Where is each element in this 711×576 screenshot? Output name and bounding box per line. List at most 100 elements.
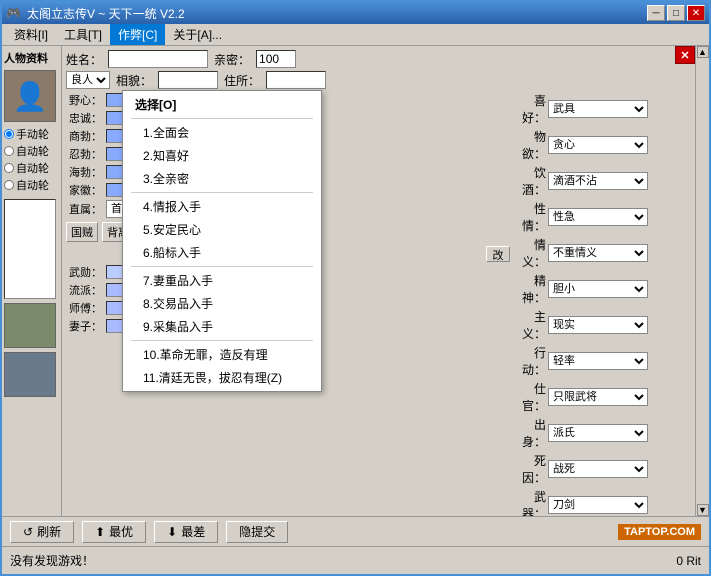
dropdown-item-0[interactable]: 1.全面会 xyxy=(123,121,321,144)
radio-auto1[interactable]: 自动轮 xyxy=(4,143,59,159)
family-label: 家徽： xyxy=(66,182,102,198)
menu-cheat[interactable]: 作弊[C] xyxy=(110,24,165,45)
title-bar-buttons: ─ □ ✕ xyxy=(647,5,705,21)
dropdown-item-3[interactable]: 4.情报入手 xyxy=(123,195,321,218)
submit-button[interactable]: 隐提交 xyxy=(226,521,288,543)
best-button[interactable]: ⬆ 最优 xyxy=(82,521,146,543)
panel-close-button[interactable]: ✕ xyxy=(675,46,695,64)
menu-tools[interactable]: 工具[T] xyxy=(56,24,110,45)
dropdown-item-9[interactable]: 10.革命无罪，造反有理 xyxy=(123,343,321,366)
dropdown-menu: 选择[O] 1.全面会 2.知喜好 3.全亲密 4.情报入手 5.安定民心 6.… xyxy=(122,90,322,392)
minimize-button[interactable]: ─ xyxy=(647,5,665,21)
sidebar-image1 xyxy=(4,303,56,348)
maximize-button[interactable]: □ xyxy=(667,5,685,21)
personality-row: 性情： 性急 xyxy=(516,200,691,234)
action-select[interactable]: 轻率 xyxy=(548,352,648,370)
menu-bar: 资料[I] 工具[T] 作弊[C] 关于[A]... xyxy=(2,24,709,46)
death-row: 死因： 战死 xyxy=(516,452,691,486)
worst-icon: ⬇ xyxy=(167,525,177,539)
name-input[interactable] xyxy=(108,50,208,68)
weapon-row: 武器： 刀剑 xyxy=(516,488,691,516)
sidebar-text-area[interactable] xyxy=(4,199,56,299)
right-attr-area: 喜好： 武具 物欲： 贪心 饮酒： 滴酒不沾 xyxy=(516,92,691,516)
dropdown-item-4[interactable]: 5.安定民心 xyxy=(123,218,321,241)
action-row: 行动： 轻率 xyxy=(516,344,691,378)
like-label: 喜好： xyxy=(516,92,546,126)
birth-label: 出身： xyxy=(516,416,546,450)
title-bar: 🎮 太阁立志传V ~ 天下一统 V2.2 ─ □ ✕ xyxy=(2,2,709,24)
direct-label: 直属： xyxy=(66,201,102,217)
window: 🎮 太阁立志传V ~ 天下一统 V2.2 ─ □ ✕ 资料[I] 工具[T] 作… xyxy=(0,0,711,576)
sep3 xyxy=(131,266,313,267)
face-label: 相貌： xyxy=(116,72,152,89)
rit-counter: 0 Rit xyxy=(676,554,701,568)
radio-auto3[interactable]: 自动轮 xyxy=(4,177,59,193)
sep1 xyxy=(131,118,313,119)
dropdown-item-6[interactable]: 7.妻重品入手 xyxy=(123,269,321,292)
birth-select[interactable]: 派氏 xyxy=(548,424,648,442)
principle-select[interactable]: 现实 xyxy=(548,316,648,334)
action-label: 行动： xyxy=(516,344,546,378)
identity-select[interactable]: 良人 xyxy=(66,71,110,89)
spirit-select[interactable]: 胆小 xyxy=(548,280,648,298)
intimacy-label: 亲密： xyxy=(214,51,250,68)
intimacy-input[interactable] xyxy=(256,50,296,68)
like-select[interactable]: 武具 xyxy=(548,100,648,118)
status-bar: 没有发现游戏！ 0 Rit xyxy=(2,546,709,574)
office-select[interactable]: 只限武将 xyxy=(548,388,648,406)
dropdown-title[interactable]: 选择[O] xyxy=(123,93,321,116)
friendship-label: 情义： xyxy=(516,236,546,270)
scrollbar[interactable]: ▲ ▼ xyxy=(695,46,709,516)
dropdown-item-8[interactable]: 9.采集品入手 xyxy=(123,315,321,338)
birth-row: 出身： 派氏 xyxy=(516,416,691,450)
menu-data[interactable]: 资料[I] xyxy=(6,24,56,45)
school-label: 流派： xyxy=(66,282,102,298)
bottom-toolbar: ↺ 刷新 ⬆ 最优 ⬇ 最差 隐提交 TAPTOP.COM xyxy=(2,516,709,546)
drink-select[interactable]: 滴酒不沾 xyxy=(548,172,648,190)
name-row: 姓名： 亲密： xyxy=(66,50,691,68)
dropdown-item-7[interactable]: 8.交易品入手 xyxy=(123,292,321,315)
window-icon: 🎮 xyxy=(6,6,21,20)
office-label: 仕官： xyxy=(516,380,546,414)
death-label: 死因： xyxy=(516,452,546,486)
teacher-label: 师傅： xyxy=(66,300,102,316)
weapon-label: 武器： xyxy=(516,488,546,516)
death-select[interactable]: 战死 xyxy=(548,460,648,478)
dropdown-item-5[interactable]: 6.船标入手 xyxy=(123,241,321,264)
change-button1[interactable]: 改 xyxy=(486,246,510,262)
refresh-button[interactable]: ↺ 刷新 xyxy=(10,521,74,543)
sep2 xyxy=(131,192,313,193)
commerce-label: 商勃： xyxy=(66,128,102,144)
character-avatar: 👤 xyxy=(4,70,56,122)
worst-button[interactable]: ⬇ 最差 xyxy=(154,521,218,543)
endurance-label: 忍勃： xyxy=(66,146,102,162)
personality-select[interactable]: 性急 xyxy=(548,208,648,226)
scroll-down[interactable]: ▼ xyxy=(697,504,709,516)
residence-label: 住所： xyxy=(224,72,260,89)
close-button[interactable]: ✕ xyxy=(687,5,705,21)
weapon-select[interactable]: 刀剑 xyxy=(548,496,648,514)
scroll-up[interactable]: ▲ xyxy=(697,46,709,58)
radio-auto2[interactable]: 自动轮 xyxy=(4,160,59,176)
like-row: 喜好： 武具 xyxy=(516,92,691,126)
greed-select[interactable]: 贪心 xyxy=(548,136,648,154)
bandit-button[interactable]: 国贼 xyxy=(66,222,98,242)
martial-label: 武勋： xyxy=(66,264,102,280)
drink-label: 饮酒： xyxy=(516,164,546,198)
face-input[interactable] xyxy=(158,71,218,89)
radio-manual[interactable]: 手动轮 xyxy=(4,126,59,142)
sep4 xyxy=(131,340,313,341)
dropdown-item-2[interactable]: 3.全亲密 xyxy=(123,167,321,190)
residence-input[interactable] xyxy=(266,71,326,89)
refresh-icon: ↺ xyxy=(23,525,33,539)
status-message: 没有发现游戏！ xyxy=(10,552,94,569)
dropdown-item-10[interactable]: 11.清廷无畏，拔忍有理(Z) xyxy=(123,366,321,389)
best-icon: ⬆ xyxy=(95,525,105,539)
sidebar-title: 人物资料 xyxy=(4,50,59,66)
name-label: 姓名： xyxy=(66,51,102,68)
dropdown-item-1[interactable]: 2.知喜好 xyxy=(123,144,321,167)
menu-about[interactable]: 关于[A]... xyxy=(165,24,230,45)
office-row: 仕官： 只限武将 xyxy=(516,380,691,414)
friendship-select[interactable]: 不重情义 xyxy=(548,244,648,262)
spirit-row: 精神： 胆小 xyxy=(516,272,691,306)
